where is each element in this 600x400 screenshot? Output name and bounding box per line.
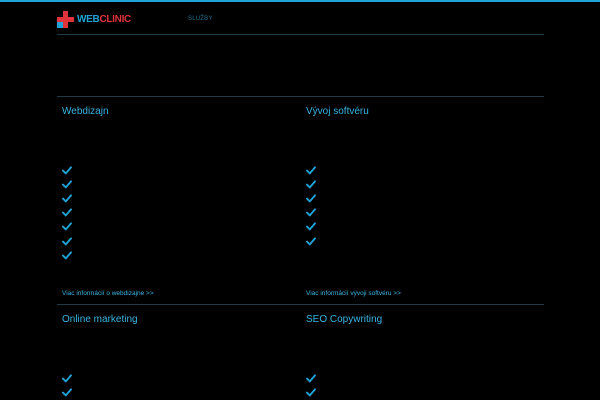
feature-list — [306, 163, 316, 248]
checkmark-icon — [62, 236, 72, 245]
feature-item — [306, 371, 316, 385]
medical-cross-icon — [57, 11, 74, 28]
checkmark-icon — [306, 180, 316, 189]
feature-item — [62, 220, 72, 234]
checkmark-icon — [62, 374, 72, 382]
service-title: Online marketing — [62, 314, 138, 325]
page: WEBCLINIC SLUŽBY Webdizajn Viac informác… — [0, 0, 600, 400]
service-title: SEO Copywriting — [306, 314, 383, 325]
more-info-link[interactable]: Viac informácií o webdizajne >> — [62, 290, 154, 297]
checkmark-icon — [306, 166, 316, 174]
feature-list — [306, 371, 316, 399]
checkmark-icon — [306, 208, 316, 217]
service-title: Vývoj softvéru — [306, 106, 369, 117]
checkmark-icon — [62, 222, 72, 231]
top-accent-line — [0, 0, 600, 2]
checkmark-icon — [62, 180, 72, 189]
feature-item — [306, 191, 316, 205]
service-card-software: Vývoj softvéru Viac informácií vývoji so… — [306, 106, 536, 302]
checkmark-icon — [306, 222, 316, 231]
nav-item-services[interactable]: SLUŽBY — [188, 16, 213, 22]
feature-item — [306, 220, 316, 234]
checkmark-icon — [306, 374, 316, 382]
feature-item — [62, 163, 72, 177]
more-info-link[interactable]: Viac informácií vývoji softvéru >> — [306, 290, 401, 297]
feature-list — [62, 371, 72, 399]
feature-item — [62, 206, 72, 220]
logo[interactable]: WEBCLINIC — [57, 11, 131, 28]
header: WEBCLINIC SLUŽBY — [57, 8, 544, 34]
service-card-online-marketing: Online marketing — [62, 314, 292, 400]
feature-item — [306, 385, 316, 399]
service-title: Webdizajn — [62, 106, 109, 117]
feature-item — [306, 177, 316, 191]
checkmark-icon — [62, 251, 72, 260]
feature-item — [62, 385, 72, 399]
feature-item — [62, 191, 72, 205]
logo-text: WEBCLINIC — [77, 14, 131, 26]
checkmark-icon — [306, 194, 316, 203]
checkmark-icon — [62, 194, 72, 203]
feature-item — [306, 163, 316, 177]
feature-item — [62, 248, 72, 262]
section-divider — [57, 96, 544, 97]
feature-item — [306, 234, 316, 248]
card-row-divider — [57, 304, 544, 305]
feature-item — [306, 206, 316, 220]
feature-item — [62, 177, 72, 191]
feature-item — [62, 234, 72, 248]
service-card-seo-copywriting: SEO Copywriting — [306, 314, 536, 400]
checkmark-icon — [62, 388, 72, 397]
logo-text-web: WEB — [77, 13, 100, 25]
logo-text-clinic: CLINIC — [99, 13, 131, 25]
checkmark-icon — [62, 166, 72, 174]
feature-list — [62, 163, 72, 262]
service-card-webdesign: Webdizajn Viac informácií o webdizajne >… — [62, 106, 292, 302]
feature-item — [62, 371, 72, 385]
header-divider — [57, 34, 544, 35]
checkmark-icon — [306, 388, 316, 397]
checkmark-icon — [62, 208, 72, 217]
checkmark-icon — [306, 236, 316, 245]
